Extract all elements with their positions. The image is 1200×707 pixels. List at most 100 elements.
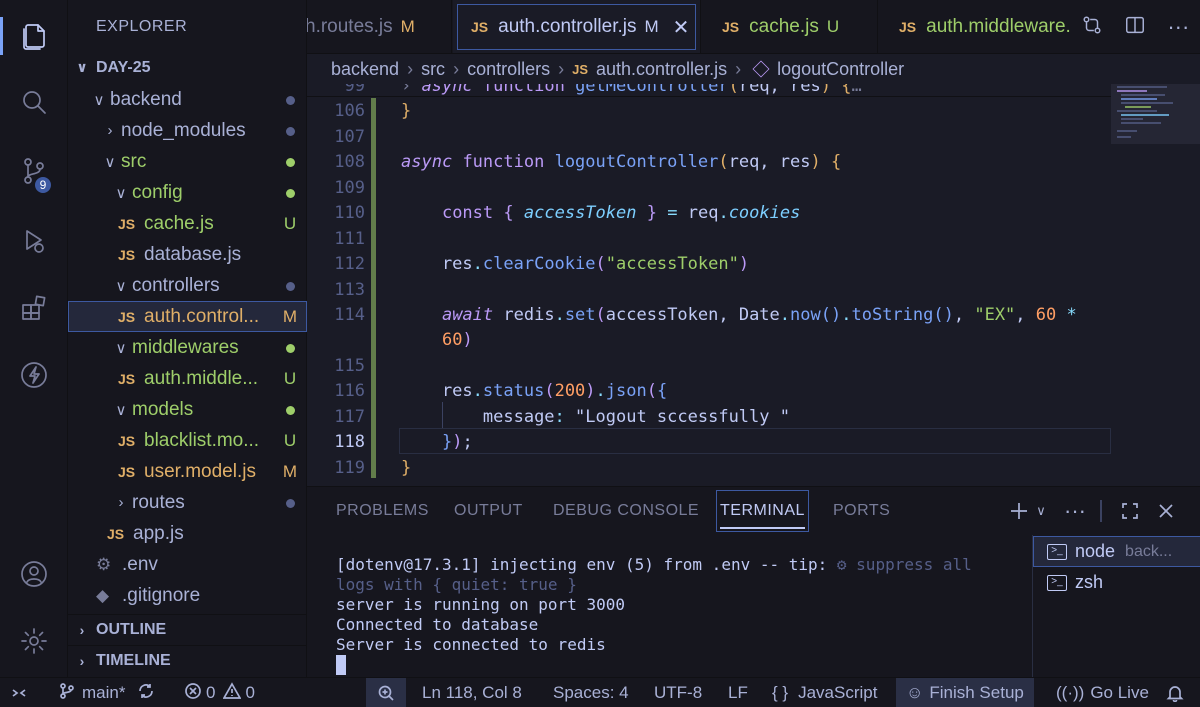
code-editor[interactable]: 99 › async function getMeController(req,… xyxy=(307,84,1200,486)
code-line: } xyxy=(401,458,412,478)
workspace-root[interactable]: ∨ DAY-25 xyxy=(68,52,307,83)
warning-icon xyxy=(223,681,242,705)
tab-output[interactable]: OUTPUT xyxy=(454,487,523,535)
tree-file-user-model-js[interactable]: JS user.model.js M xyxy=(68,456,307,487)
terminal-item-sub: back... xyxy=(1125,542,1173,560)
tree-file-auth-middleware-js[interactable]: JS auth.middle... U xyxy=(68,363,307,394)
tree-folder-middlewares[interactable]: ∨ middlewares xyxy=(68,332,307,363)
minimap[interactable] xyxy=(1111,84,1200,486)
tree-folder-src[interactable]: ∨ src xyxy=(68,146,307,177)
chevron-down-icon: ∨ xyxy=(115,401,127,419)
terminal-line: Server is connected to redis xyxy=(336,635,606,654)
chevron-down-icon[interactable]: ∨ xyxy=(1033,497,1049,525)
tab-ports[interactable]: PORTS xyxy=(833,487,890,535)
tree-label: user.model.js xyxy=(144,460,256,482)
js-file-icon: JS xyxy=(572,61,588,77)
git-status: U xyxy=(283,430,297,450)
line-ending[interactable]: LF xyxy=(728,678,748,707)
outline-section[interactable]: › OUTLINE xyxy=(68,614,307,645)
tab-auth-controller-js[interactable]: JS auth.controller.js M ✕ xyxy=(453,0,701,53)
source-control-icon[interactable]: 9 xyxy=(0,148,68,195)
tree-file-cache-js[interactable]: JS cache.js U xyxy=(68,208,307,239)
terminal-item-node[interactable]: >_ node back... xyxy=(1033,536,1200,567)
settings-icon[interactable] xyxy=(0,618,68,664)
finish-setup-button[interactable]: ☺ Finish Setup xyxy=(896,678,1034,707)
code-line: async function logoutController(req, res… xyxy=(401,152,842,172)
terminal-line: Connected to database xyxy=(336,615,539,634)
new-terminal-icon[interactable] xyxy=(1007,497,1031,525)
tree-file-gitignore[interactable]: ◆ .gitignore xyxy=(68,580,307,611)
tab-routes-js[interactable]: h.routes.js M xyxy=(307,0,452,53)
extensions-icon[interactable] xyxy=(0,285,68,331)
search-icon[interactable] xyxy=(0,80,68,126)
timeline-section[interactable]: › TIMELINE xyxy=(68,645,307,676)
language-mode[interactable]: { } JavaScript xyxy=(772,678,877,707)
js-file-icon: JS xyxy=(118,463,136,480)
code-line: res.status(200).json({ xyxy=(401,381,668,401)
tree-file-auth-controller-js[interactable]: JS auth.control... M xyxy=(68,301,307,332)
line-number: 106 xyxy=(334,101,365,121)
split-editor-icon[interactable] xyxy=(1124,14,1146,41)
more-actions-icon[interactable]: ··· xyxy=(1062,497,1088,525)
problems-indicator[interactable]: 0 0 xyxy=(184,678,255,707)
terminal-line: [dotenv@17.3.1] injecting env (5) from .… xyxy=(336,555,972,574)
branch-indicator[interactable]: main* xyxy=(58,678,155,707)
bottom-panel: PROBLEMS OUTPUT DEBUG CONSOLE TERMINAL P… xyxy=(307,486,1200,678)
tree-folder-config[interactable]: ∨ config xyxy=(68,177,307,208)
cursor-position[interactable]: Ln 118, Col 8 xyxy=(422,678,522,707)
indentation[interactable]: Spaces: 4 xyxy=(553,678,629,707)
compare-changes-icon[interactable] xyxy=(1081,14,1103,41)
git-change-bar xyxy=(371,98,376,478)
explorer-icon[interactable] xyxy=(0,13,68,59)
lightning-icon[interactable] xyxy=(0,352,68,398)
line-number: 118 xyxy=(334,432,365,452)
tree-label: auth.middle... xyxy=(144,367,259,389)
zoom-icon[interactable] xyxy=(366,678,406,707)
line-number: 115 xyxy=(334,356,365,376)
tree-file-env[interactable]: ⚙ .env xyxy=(68,549,307,580)
maximize-panel-icon[interactable] xyxy=(1118,497,1142,525)
close-panel-icon[interactable] xyxy=(1154,497,1178,525)
account-icon[interactable] xyxy=(0,551,68,597)
terminal-item-zsh[interactable]: >_ zsh xyxy=(1033,567,1200,598)
run-debug-icon[interactable] xyxy=(0,218,68,264)
breadcrumb-item[interactable]: controllers xyxy=(467,59,550,80)
finish-setup-label: Finish Setup xyxy=(929,683,1024,702)
tab-terminal[interactable]: TERMINAL xyxy=(716,487,809,535)
tab-debug-console[interactable]: DEBUG CONSOLE xyxy=(553,487,699,535)
terminal-output[interactable]: [dotenv@17.3.1] injecting env (5) from .… xyxy=(307,535,1032,678)
tree-file-app-js[interactable]: JS app.js xyxy=(68,518,307,549)
line-number: 109 xyxy=(334,178,365,198)
breadcrumb-item[interactable]: src xyxy=(421,59,445,80)
chevron-down-icon: ∨ xyxy=(115,184,127,202)
current-line-highlight xyxy=(399,428,1111,454)
breadcrumb-item[interactable]: backend xyxy=(331,59,399,80)
error-icon xyxy=(184,682,202,705)
remote-icon[interactable] xyxy=(10,678,28,707)
code-line-wrap: 60) xyxy=(441,330,473,350)
sync-icon[interactable] xyxy=(137,682,155,705)
tree-file-database-js[interactable]: JS database.js xyxy=(68,239,307,270)
tab-cache-js[interactable]: JS cache.js U xyxy=(702,0,878,53)
close-icon[interactable]: ✕ xyxy=(673,15,690,40)
notifications-icon[interactable] xyxy=(1166,678,1184,707)
tree-folder-backend[interactable]: ∨ backend xyxy=(68,84,307,115)
tree-folder-controllers[interactable]: ∨ controllers xyxy=(68,270,307,301)
more-actions-icon[interactable]: ··· xyxy=(1167,14,1189,40)
tree-label: middlewares xyxy=(132,336,239,358)
encoding[interactable]: UTF-8 xyxy=(654,678,702,707)
tab-mark: U xyxy=(826,17,840,36)
tree-file-blacklist-model-js[interactable]: JS blacklist.mo... U xyxy=(68,425,307,456)
go-live-button[interactable]: ((·)) Go Live xyxy=(1056,678,1149,707)
tree-folder-models[interactable]: ∨ models xyxy=(68,394,307,425)
tree-folder-node-modules[interactable]: › node_modules xyxy=(68,115,307,146)
breadcrumb-item[interactable]: logoutController xyxy=(777,59,904,80)
tree-label: models xyxy=(132,398,194,420)
js-file-icon: JS xyxy=(118,370,136,387)
tab-label: auth.controller.js xyxy=(498,16,637,37)
tree-folder-routes[interactable]: › routes xyxy=(68,487,307,518)
broadcast-icon: ((·)) xyxy=(1056,683,1085,702)
tab-problems[interactable]: PROBLEMS xyxy=(336,487,429,535)
breadcrumb-item[interactable]: auth.controller.js xyxy=(596,59,727,80)
tab-auth-middleware-js[interactable]: JS auth.middleware. xyxy=(879,0,1079,53)
